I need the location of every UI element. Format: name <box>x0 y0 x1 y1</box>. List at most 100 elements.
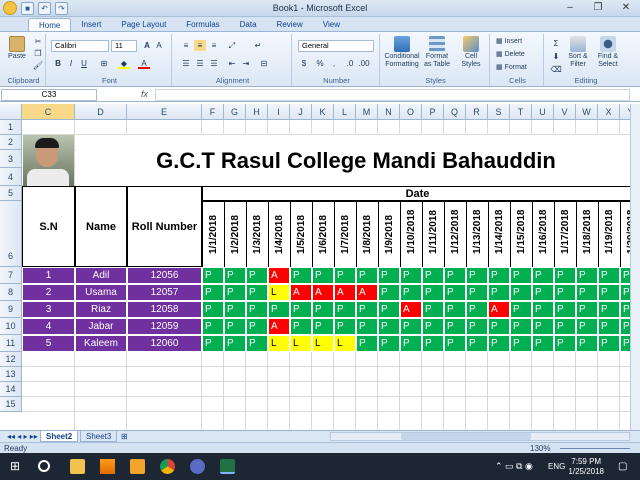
align-center-icon[interactable]: ☰ <box>194 58 206 69</box>
attendance-cell[interactable]: P <box>554 301 576 318</box>
attendance-cell[interactable]: L <box>334 335 356 352</box>
align-right-icon[interactable]: ☰ <box>208 58 220 69</box>
tray-icons[interactable]: ⌃ ▭ ⧉ ◉ <box>495 461 533 472</box>
horizontal-scrollbar[interactable] <box>330 432 630 441</box>
zoom-level[interactable]: 130% <box>530 444 550 453</box>
row-header-5[interactable]: 5 <box>0 186 22 201</box>
attendance-cell[interactable]: P <box>356 318 378 335</box>
attendance-cell[interactable]: P <box>202 284 224 301</box>
attendance-cell[interactable]: P <box>576 301 598 318</box>
attendance-cell[interactable]: P <box>334 318 356 335</box>
cell-styles-button[interactable]: Cell Styles <box>456 36 486 69</box>
attendance-cell[interactable]: P <box>378 284 400 301</box>
attendance-cell[interactable]: P <box>422 318 444 335</box>
attendance-cell[interactable]: P <box>620 267 630 284</box>
attendance-cell[interactable]: P <box>400 284 422 301</box>
decrease-indent-icon[interactable]: ⇤ <box>226 58 238 69</box>
student-roll[interactable]: 12060 <box>127 335 202 352</box>
chrome-icon[interactable] <box>160 459 175 474</box>
fill-icon[interactable]: ⬇ <box>550 51 562 62</box>
attendance-cell[interactable]: P <box>224 284 246 301</box>
align-left-icon[interactable]: ☰ <box>180 58 192 69</box>
column-header-M[interactable]: M <box>356 104 378 120</box>
browser-icon[interactable] <box>190 459 205 474</box>
row-header-15[interactable]: 15 <box>0 397 22 412</box>
column-header-E[interactable]: E <box>127 104 202 120</box>
attendance-cell[interactable]: P <box>246 301 268 318</box>
percent-icon[interactable]: % <box>314 58 326 69</box>
attendance-cell[interactable]: P <box>290 318 312 335</box>
student-sn[interactable]: 4 <box>22 318 75 335</box>
comma-icon[interactable]: , <box>328 58 340 69</box>
attendance-cell[interactable]: P <box>378 318 400 335</box>
tab-review[interactable]: Review <box>267 18 313 32</box>
column-header-V[interactable]: V <box>554 104 576 120</box>
tab-data[interactable]: Data <box>230 18 267 32</box>
student-roll[interactable]: 12059 <box>127 318 202 335</box>
attendance-cell[interactable]: A <box>488 301 510 318</box>
fill-color-icon[interactable]: ◆ <box>118 58 130 69</box>
row-header-7[interactable]: 7 <box>0 267 22 284</box>
number-format-combo[interactable]: General <box>298 40 374 52</box>
attendance-cell[interactable]: P <box>510 318 532 335</box>
column-header-G[interactable]: G <box>224 104 246 120</box>
column-header-Y[interactable]: Y <box>620 104 630 120</box>
sort-filter-button[interactable]: Sort & Filter <box>564 36 592 69</box>
attendance-cell[interactable]: P <box>334 267 356 284</box>
attendance-cell[interactable]: P <box>444 301 466 318</box>
zoom-slider[interactable] <box>560 448 630 449</box>
column-header-J[interactable]: J <box>290 104 312 120</box>
decrease-decimal-icon[interactable]: .00 <box>358 58 370 69</box>
row-header-10[interactable]: 10 <box>0 318 22 335</box>
tab-view[interactable]: View <box>313 18 350 32</box>
attendance-cell[interactable]: P <box>400 318 422 335</box>
attendance-cell[interactable]: A <box>290 284 312 301</box>
attendance-cell[interactable]: P <box>510 284 532 301</box>
attendance-cell[interactable]: P <box>598 318 620 335</box>
font-name-combo[interactable]: Calibri <box>51 40 109 52</box>
font-size-combo[interactable]: 11 <box>111 40 137 52</box>
attendance-cell[interactable]: P <box>224 318 246 335</box>
search-icon[interactable] <box>38 460 50 472</box>
attendance-cell[interactable]: P <box>576 284 598 301</box>
attendance-cell[interactable]: P <box>290 267 312 284</box>
attendance-cell[interactable]: P <box>532 284 554 301</box>
shrink-font-icon[interactable]: A <box>153 40 165 51</box>
wrap-text-icon[interactable]: ↵ <box>252 40 264 51</box>
attendance-cell[interactable]: P <box>466 267 488 284</box>
column-header-X[interactable]: X <box>598 104 620 120</box>
attendance-cell[interactable]: P <box>620 335 630 352</box>
attendance-cell[interactable]: P <box>246 267 268 284</box>
attendance-cell[interactable]: P <box>356 335 378 352</box>
borders-icon[interactable]: ⊞ <box>98 58 110 69</box>
row-header-12[interactable]: 12 <box>0 352 22 367</box>
attendance-cell[interactable]: P <box>444 335 466 352</box>
attendance-cell[interactable]: P <box>224 335 246 352</box>
find-select-button[interactable]: Find & Select <box>594 36 622 69</box>
student-sn[interactable]: 5 <box>22 335 75 352</box>
attendance-cell[interactable]: P <box>422 335 444 352</box>
attendance-cell[interactable]: P <box>268 301 290 318</box>
app-icon-orange[interactable] <box>130 459 145 474</box>
attendance-cell[interactable]: P <box>334 301 356 318</box>
attendance-cell[interactable]: P <box>400 335 422 352</box>
student-sn[interactable]: 1 <box>22 267 75 284</box>
attendance-cell[interactable]: P <box>246 318 268 335</box>
align-middle-icon[interactable]: ≡ <box>194 40 206 51</box>
select-all-corner[interactable] <box>0 104 22 120</box>
attendance-cell[interactable]: P <box>312 318 334 335</box>
attendance-cell[interactable]: P <box>554 318 576 335</box>
notifications-icon[interactable]: ▢ <box>618 461 627 472</box>
row-header-11[interactable]: 11 <box>0 335 22 352</box>
copy-icon[interactable]: ❐ <box>32 48 44 59</box>
attendance-cell[interactable]: P <box>532 301 554 318</box>
format-cells-button[interactable]: ▦ Format <box>496 64 527 72</box>
attendance-cell[interactable]: L <box>268 284 290 301</box>
autosum-icon[interactable]: Σ <box>550 38 562 49</box>
delete-cells-button[interactable]: ▦ Delete <box>496 51 525 59</box>
column-header-R[interactable]: R <box>466 104 488 120</box>
insert-cells-button[interactable]: ▦ Insert <box>496 38 522 46</box>
student-name[interactable]: Kaleem <box>75 335 127 352</box>
attendance-cell[interactable]: P <box>422 284 444 301</box>
tab-formulas[interactable]: Formulas <box>176 18 229 32</box>
